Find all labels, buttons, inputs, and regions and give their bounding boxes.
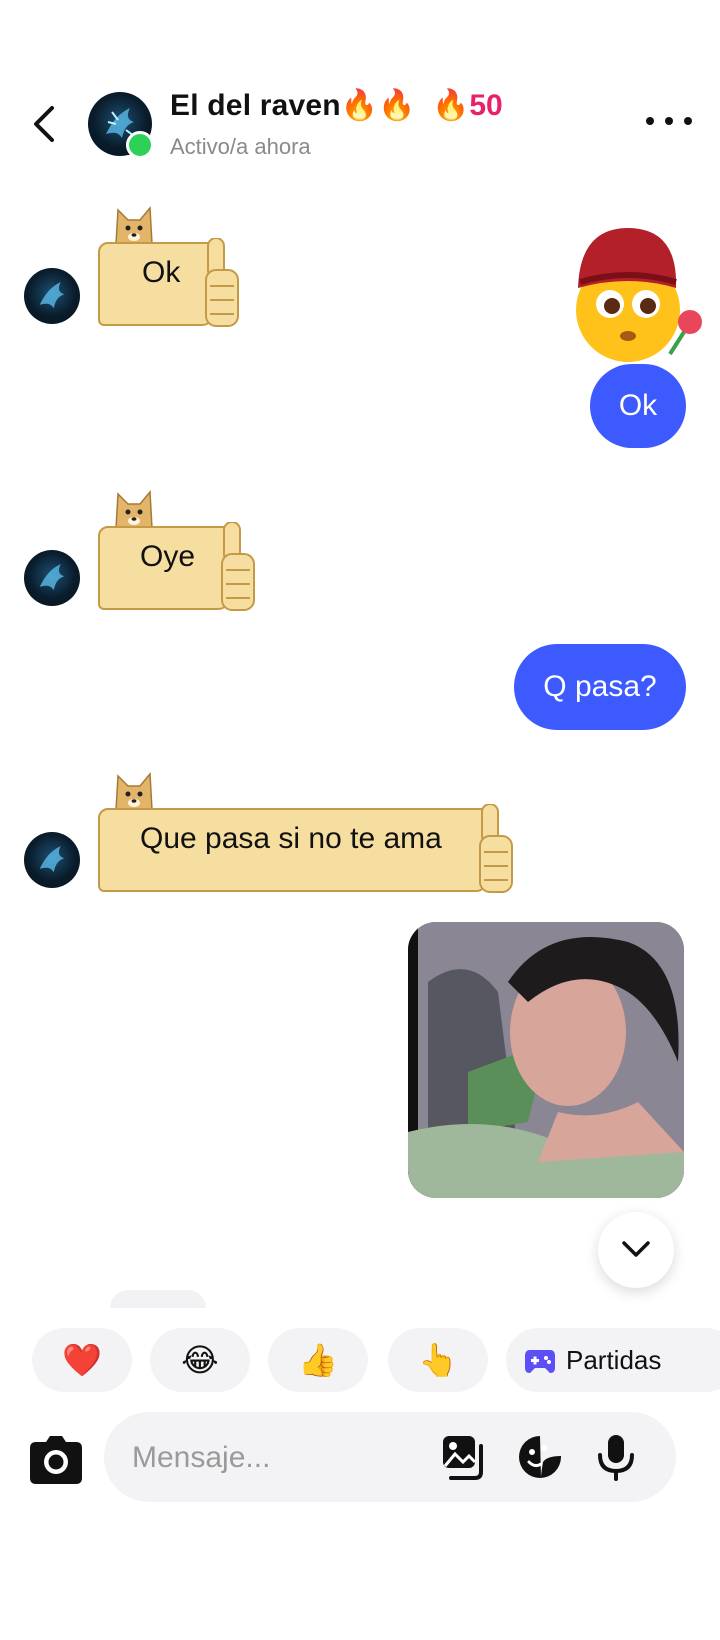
scroll-to-bottom-button[interactable] — [598, 1212, 674, 1288]
gallery-icon — [443, 1436, 483, 1480]
message-input[interactable] — [130, 1412, 434, 1504]
outgoing-message[interactable]: Ok — [590, 364, 686, 448]
more-dot — [684, 117, 692, 125]
reaction-point-up-button[interactable]: 👆 — [388, 1328, 488, 1392]
doge-paw-icon — [221, 522, 255, 611]
reaction-thumbs-up-button[interactable]: 👍 — [268, 1328, 368, 1392]
sender-avatar[interactable] — [24, 832, 80, 888]
more-dot — [665, 117, 673, 125]
partial-message-bubble — [110, 1290, 206, 1308]
more-options-button[interactable] — [646, 106, 692, 136]
gamepad-icon — [525, 1350, 555, 1373]
raven-avatar-art — [39, 282, 65, 309]
doge-paw-icon — [479, 804, 513, 893]
emoji-beanie-sticker[interactable] — [560, 218, 710, 364]
reaction-heart-button[interactable]: ❤️ — [32, 1328, 132, 1392]
message-composer — [0, 1408, 720, 1508]
gallery-button[interactable] — [440, 1433, 488, 1481]
quick-reactions-row: ❤️ 😂 👍 👆 Partidas — [32, 1328, 720, 1392]
message-input-container — [104, 1412, 676, 1504]
sticker-text: Oye — [140, 540, 196, 573]
contact-name[interactable]: El del raven🔥🔥 — [170, 88, 416, 123]
chevron-down-icon — [622, 1241, 650, 1257]
sticker-text: Que pasa si no te ama — [140, 822, 442, 855]
games-button[interactable]: Partidas — [506, 1328, 720, 1392]
raven-avatar-art — [39, 564, 65, 591]
raven-avatar-art — [39, 846, 65, 873]
voice-message-button[interactable] — [592, 1433, 640, 1481]
chat-header: El del raven🔥🔥 🔥50 Activo/a ahora — [0, 0, 720, 180]
reaction-laugh-button[interactable]: 😂 — [150, 1328, 250, 1392]
microphone-icon — [598, 1435, 634, 1481]
online-status-dot — [126, 131, 154, 159]
camera-button[interactable] — [30, 1436, 82, 1484]
games-label: Partidas — [566, 1344, 662, 1375]
back-button[interactable] — [24, 100, 64, 148]
more-dots-icon — [646, 117, 654, 125]
sticker-icon — [519, 1436, 561, 1478]
active-status: Activo/a ahora — [170, 134, 311, 159]
photo-message[interactable] — [408, 922, 684, 1198]
doge-sign-sticker[interactable]: Que pasa si no te ama — [92, 770, 516, 894]
photo-content — [408, 922, 684, 1198]
camera-icon — [30, 1436, 82, 1484]
doge-sign-sticker[interactable]: Ok — [92, 204, 242, 328]
sender-avatar[interactable] — [24, 550, 80, 606]
sticker-button[interactable] — [516, 1433, 564, 1481]
sticker-text: Ok — [142, 256, 181, 289]
doge-paw-icon — [205, 238, 239, 327]
streak-count: 🔥50 — [432, 89, 503, 122]
back-arrow-icon — [34, 106, 54, 142]
sender-avatar[interactable] — [24, 268, 80, 324]
outgoing-message[interactable]: Q pasa? — [514, 644, 686, 730]
doge-sign-sticker[interactable]: Oye — [92, 488, 258, 612]
emoji-beanie-icon — [576, 228, 702, 362]
